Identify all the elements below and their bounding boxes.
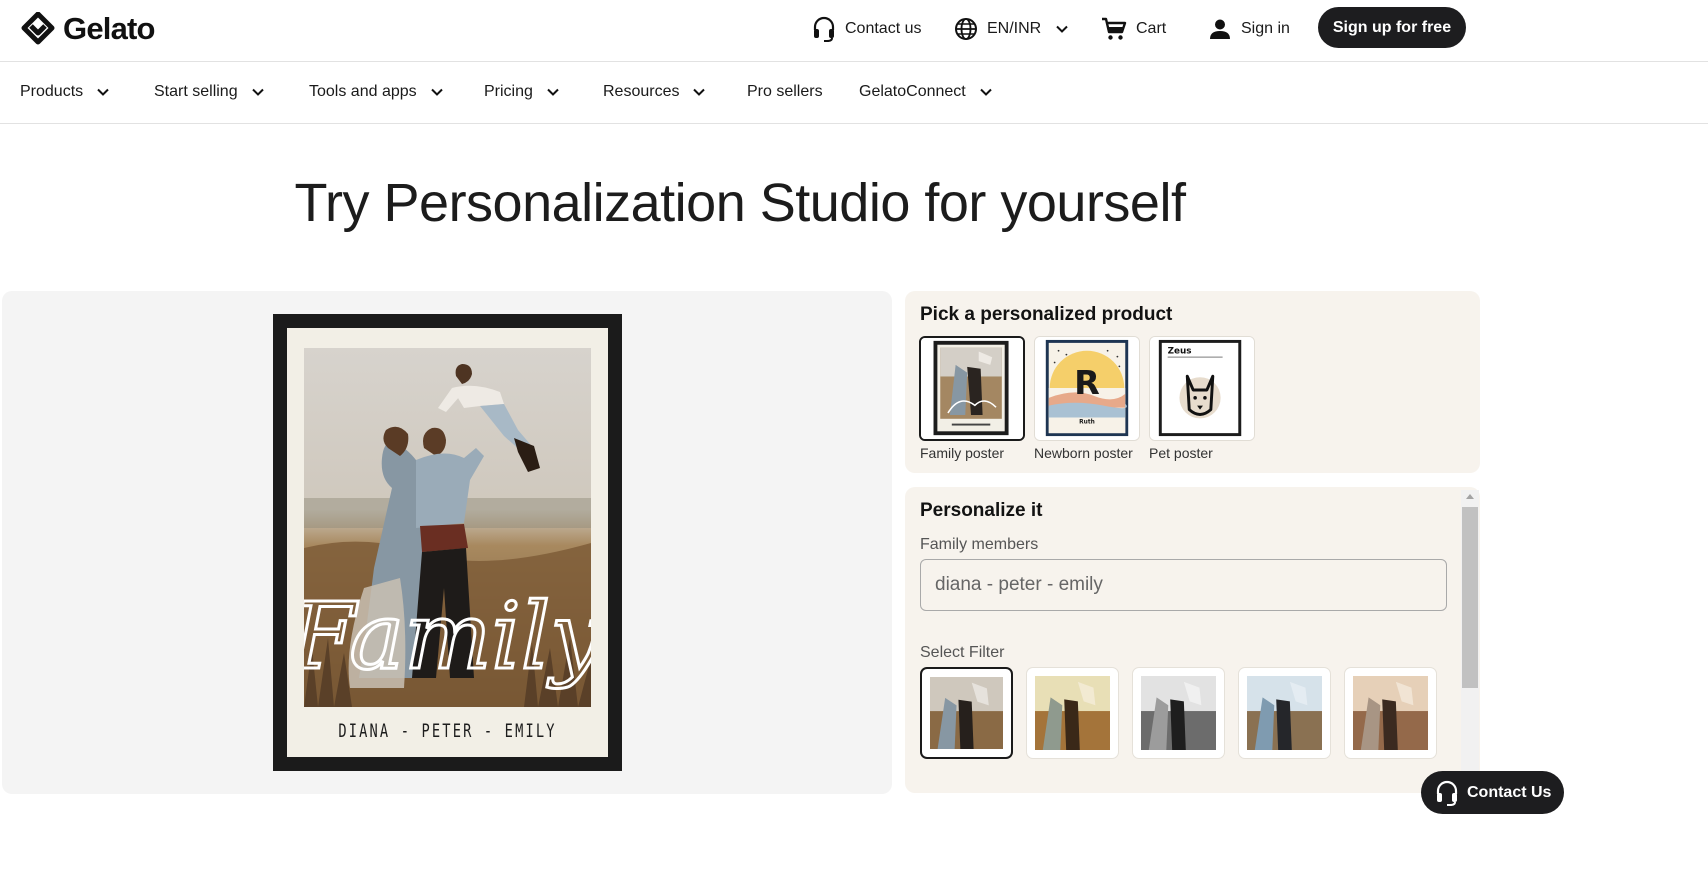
scroll-up-arrow-icon[interactable] (1466, 494, 1474, 499)
family-members-label: Family members (920, 536, 1039, 553)
chevron-down-icon (693, 88, 706, 96)
poster-frame: Family DIANA - PETER - EMILY (273, 314, 622, 771)
filter-option-sepia[interactable] (1344, 667, 1437, 759)
chevron-down-icon (547, 88, 559, 96)
globe-icon (955, 18, 977, 40)
nav-item-pro-sellers[interactable]: Pro sellers (747, 62, 823, 122)
filter-option-black-and-white[interactable] (1132, 667, 1225, 759)
chevron-down-icon (251, 88, 264, 96)
nav-item-label: Pricing (484, 83, 533, 100)
poster-preview-panel: Family DIANA - PETER - EMILY (2, 291, 892, 794)
sign-in-label: Sign in (1241, 20, 1290, 37)
brand-name: Gelato (63, 11, 155, 46)
sign-up-button[interactable]: Sign up for free (1318, 7, 1466, 48)
filter-option-original[interactable] (920, 667, 1013, 759)
floating-contact-button[interactable]: Contact Us (1421, 771, 1564, 814)
nav-item-products[interactable]: Products (20, 62, 111, 122)
page-title: Try Personalization Studio for yourself (294, 173, 1186, 233)
user-icon (1210, 19, 1230, 39)
personalize-scrollbar[interactable] (1461, 490, 1479, 790)
headset-icon (1436, 780, 1458, 806)
scrollbar-thumb[interactable] (1462, 507, 1478, 688)
locale-selector[interactable]: EN/INR (954, 14, 1070, 44)
chevron-down-icon (980, 88, 992, 96)
chevron-down-icon (430, 88, 443, 96)
product-picker-title: Pick a personalized product (920, 304, 1173, 325)
nav-item-pricing[interactable]: Pricing (484, 62, 561, 122)
family-photo: Family (304, 348, 591, 707)
chevron-down-icon (1056, 25, 1068, 33)
main-navigation: Products Start selling Tools and apps Pr… (0, 62, 1708, 124)
newborn-thumb-name: Ruth (1079, 419, 1095, 425)
locale-label: EN/INR (987, 20, 1042, 37)
top-header: Gelato Contact us EN/INR Cart Sign in Si… (0, 0, 1708, 62)
product-card-pet-poster[interactable]: Zeus (1149, 336, 1255, 441)
pet-thumb-name: Zeus (1168, 347, 1192, 357)
floating-contact-label: Contact Us (1467, 783, 1552, 801)
pet-poster-thumbnail: Zeus (1150, 337, 1254, 440)
contact-us-label: Contact us (845, 20, 922, 37)
nav-item-label: Products (20, 83, 84, 100)
poster-names: DIANA - PETER - EMILY (338, 720, 557, 742)
nav-item-gelatoconnect[interactable]: GelatoConnect (859, 62, 994, 122)
gelato-logo[interactable]: Gelato (21, 11, 155, 46)
chevron-down-icon (97, 88, 109, 96)
nav-item-tools-and-apps[interactable]: Tools and apps (309, 62, 445, 122)
filter-thumb-warm (1035, 676, 1110, 750)
select-filter-label: Select Filter (920, 644, 1005, 661)
cart-link[interactable]: Cart (1101, 14, 1166, 44)
newborn-thumb-letter: R (1074, 363, 1100, 402)
nav-item-label: Start selling (154, 83, 238, 100)
nav-item-start-selling[interactable]: Start selling (154, 62, 266, 122)
nav-item-label: GelatoConnect (859, 83, 966, 100)
nav-item-label: Resources (603, 83, 680, 100)
filter-thumb-black-and-white (1141, 676, 1216, 750)
filter-thumb-sepia (1353, 676, 1428, 750)
gelato-logo-icon (21, 12, 55, 45)
cart-label: Cart (1136, 20, 1167, 37)
poster-mat: Family DIANA - PETER - EMILY (287, 328, 608, 757)
product-label-family-poster: Family poster (920, 445, 1005, 461)
sign-in-link[interactable]: Sign in (1208, 14, 1290, 44)
contact-us-link[interactable]: Contact us (812, 14, 921, 44)
product-picker-panel: Pick a personalized product Family poste… (905, 291, 1480, 473)
nav-item-label: Pro sellers (747, 83, 823, 100)
product-card-newborn-poster[interactable]: R Ruth (1034, 336, 1140, 441)
newborn-poster-thumbnail: R Ruth (1035, 337, 1139, 440)
product-label-pet-poster: Pet poster (1149, 445, 1213, 461)
nav-item-label: Tools and apps (309, 83, 417, 100)
family-members-input[interactable] (920, 559, 1447, 611)
cart-icon (1102, 17, 1127, 40)
poster-script-text: Family (304, 583, 591, 690)
nav-item-resources[interactable]: Resources (603, 62, 707, 122)
filter-thumb-original (930, 677, 1003, 749)
filter-option-cool[interactable] (1238, 667, 1331, 759)
filter-option-warm[interactable] (1026, 667, 1119, 759)
personalize-title: Personalize it (920, 500, 1043, 521)
family-poster-thumbnail (921, 338, 1023, 439)
personalize-panel: Personalize it Family members Select Fil… (905, 487, 1480, 793)
product-card-family-poster[interactable] (919, 336, 1025, 441)
family-photo-image: Family (304, 348, 591, 707)
product-label-newborn-poster: Newborn poster (1034, 445, 1133, 461)
filter-thumb-cool (1247, 676, 1322, 750)
headset-icon (813, 16, 835, 42)
